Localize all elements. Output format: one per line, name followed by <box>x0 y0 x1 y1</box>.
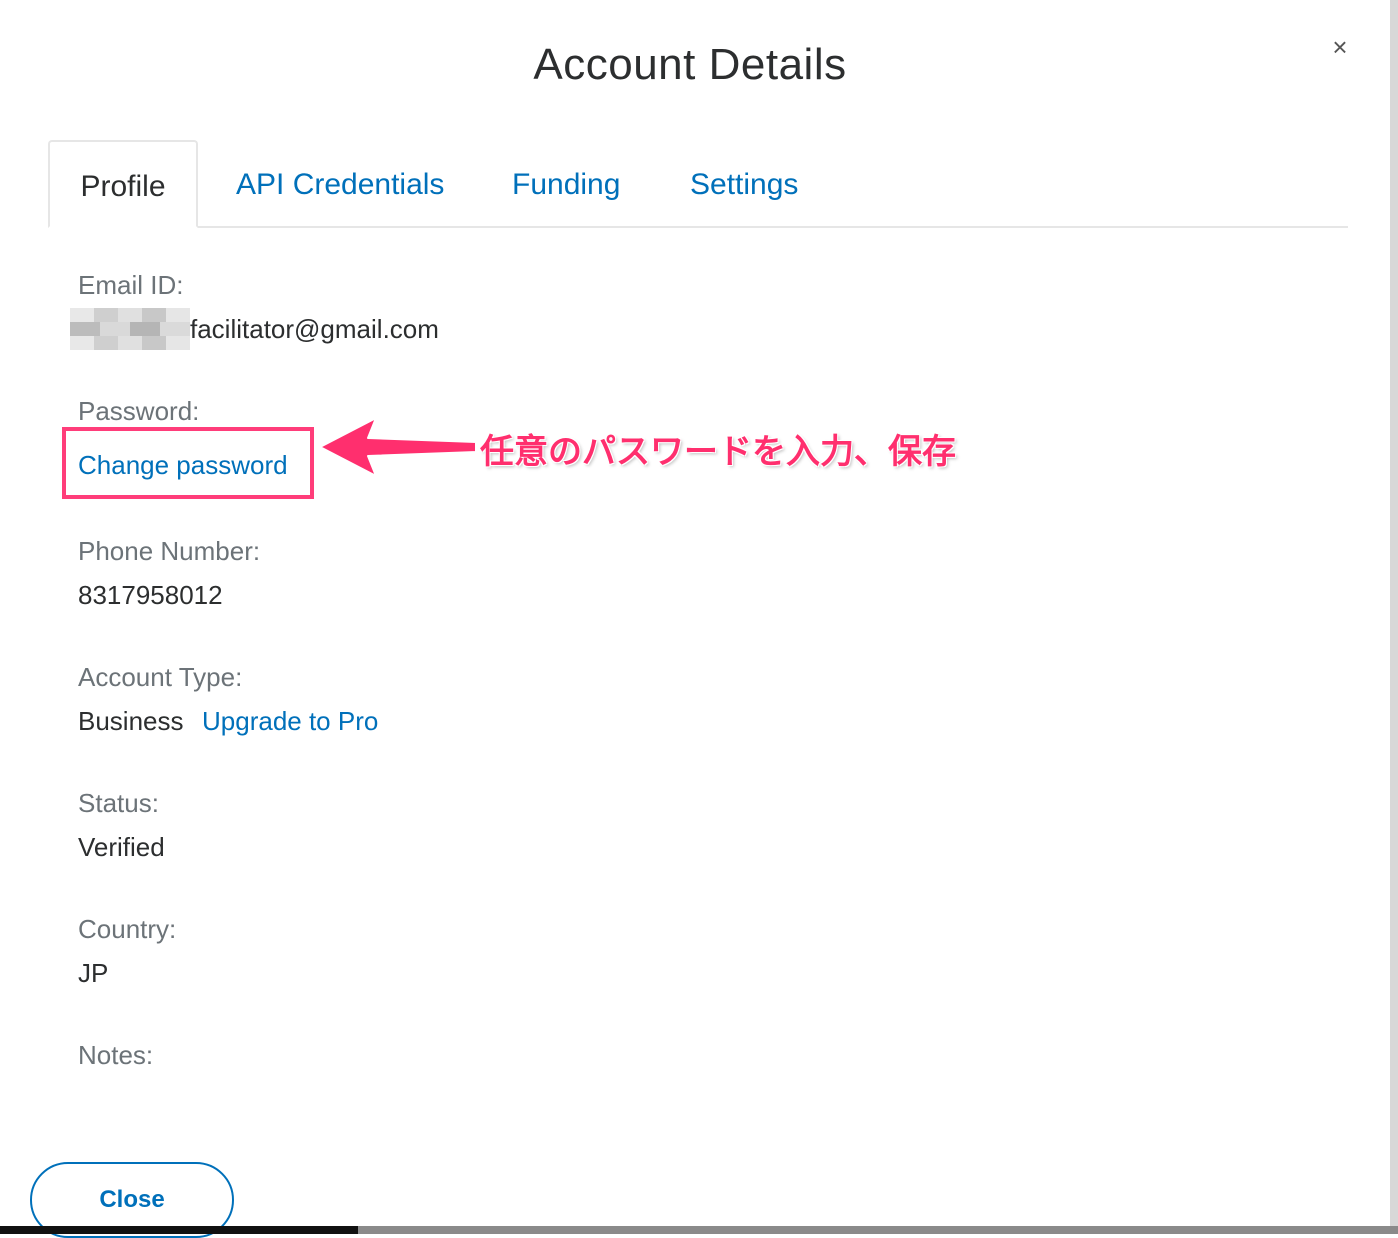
password-label: Password: <box>78 396 200 426</box>
annotation-arrow-icon <box>319 417 477 477</box>
country-value: JP <box>78 958 109 988</box>
change-password-link[interactable]: Change password <box>78 450 288 481</box>
tab-api-credentials[interactable]: API Credentials <box>236 140 444 226</box>
email-label: Email ID: <box>78 270 184 300</box>
tab-profile[interactable]: Profile <box>48 140 198 228</box>
redacted-email-prefix <box>70 308 190 350</box>
account-type-value: Business <box>78 706 184 736</box>
annotation-text: 任意のパスワードを入力、保存 <box>480 432 956 472</box>
close-icon[interactable]: × <box>1325 32 1355 62</box>
tab-settings[interactable]: Settings <box>690 140 798 226</box>
account-type-label: Account Type: <box>78 662 243 692</box>
phone-value: 8317958012 <box>78 580 223 610</box>
status-label: Status: <box>78 788 159 818</box>
background-taskbar-strip <box>0 1226 1398 1234</box>
tab-bar: Profile API Credentials Funding Settings <box>48 140 1348 228</box>
country-label: Country: <box>78 914 177 944</box>
email-value: facilitator@gmail.com <box>190 314 439 344</box>
phone-label: Phone Number: <box>78 536 261 566</box>
modal-title: Account Details <box>533 40 847 89</box>
tab-funding[interactable]: Funding <box>512 140 620 226</box>
status-value: Verified <box>78 832 165 862</box>
notes-label: Notes: <box>78 1040 154 1070</box>
account-details-modal: Account Details × Profile API Credential… <box>0 0 1398 1238</box>
window-edge <box>1390 0 1398 1234</box>
upgrade-to-pro-link[interactable]: Upgrade to Pro <box>202 706 378 737</box>
